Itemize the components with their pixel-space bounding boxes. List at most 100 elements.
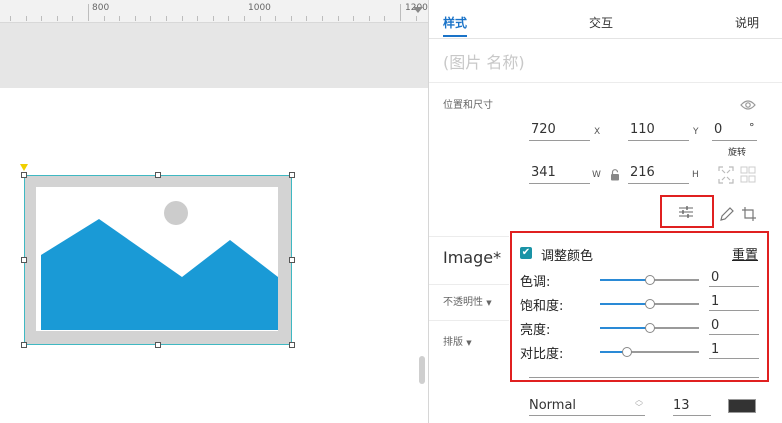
rotation-field-underline	[712, 140, 757, 141]
ruler-tick	[10, 16, 11, 21]
rotation-field[interactable]: 0	[714, 122, 722, 137]
ruler-tick	[353, 16, 354, 21]
stepper-icon[interactable]: ︿ ﹀	[635, 396, 643, 412]
ruler-tick	[213, 16, 214, 21]
canvas-scrollbar[interactable]	[419, 356, 425, 384]
resize-handle-e[interactable]	[289, 257, 295, 263]
font-size-underline	[673, 415, 711, 416]
resize-handle-nw[interactable]	[21, 172, 27, 178]
rotation-label: 旋转	[728, 148, 747, 158]
ruler-tick	[275, 16, 276, 21]
resize-handle-sw[interactable]	[21, 342, 27, 348]
x-unit: X	[594, 127, 601, 137]
fit-size-icon[interactable]	[718, 166, 758, 188]
ruler-tick	[135, 16, 136, 21]
slider-fill	[600, 303, 650, 305]
tab-notes[interactable]: 说明	[735, 14, 759, 31]
ruler-tick	[384, 16, 385, 21]
ruler-tick	[166, 16, 167, 21]
slider-label: 亮度:	[520, 323, 551, 338]
slider-knob[interactable]	[645, 275, 655, 285]
ruler-tick	[291, 16, 292, 21]
layout-label[interactable]: 排版 ▼	[443, 333, 472, 348]
resize-handle-s[interactable]	[155, 342, 161, 348]
ruler-label: 1000	[248, 3, 271, 13]
ruler-tick	[260, 16, 261, 21]
height-unit: H	[692, 170, 699, 180]
slider-label: 对比度:	[520, 347, 564, 362]
ruler-tick	[104, 16, 105, 21]
tabs-divider	[429, 38, 782, 39]
opacity-label-text: 不透明性	[443, 297, 483, 308]
lock-icon[interactable]	[610, 166, 620, 185]
popup-divider	[529, 377, 759, 378]
slider-value-underline	[709, 310, 759, 311]
ruler-tick	[182, 16, 183, 21]
ruler-tick	[228, 16, 229, 21]
slider-value-field[interactable]: 0	[711, 270, 719, 285]
slider-value-underline	[709, 286, 759, 287]
eye-icon[interactable]	[740, 96, 756, 115]
ruler-tick	[338, 16, 339, 21]
adjust-color-checkbox[interactable]: ✔	[520, 247, 532, 259]
height-field[interactable]: 216	[630, 165, 655, 180]
ruler-label: 800	[92, 3, 110, 13]
slider-value-field[interactable]: 1	[711, 342, 719, 357]
slider-knob[interactable]	[622, 347, 632, 357]
slider-fill	[600, 279, 650, 281]
pencil-icon[interactable]	[719, 206, 735, 226]
font-color-swatch[interactable]	[728, 399, 756, 413]
image-placeholder-icon	[41, 201, 278, 330]
x-field[interactable]: 720	[531, 122, 556, 137]
slider-label: 饱和度:	[520, 299, 564, 314]
tab-style[interactable]: 样式	[443, 14, 467, 31]
slider-value-field[interactable]: 1	[711, 294, 719, 309]
horizontal-ruler: 800 1000 1200	[0, 0, 430, 23]
canvas-margin	[0, 23, 430, 88]
reset-button[interactable]: 重置	[732, 244, 758, 263]
resize-handle-n[interactable]	[155, 172, 161, 178]
layout-label-text: 排版	[443, 337, 463, 348]
divider	[429, 236, 509, 237]
adjust-color-label: 调整颜色	[541, 249, 594, 264]
ruler-tick	[119, 16, 120, 21]
slider-value-underline	[709, 334, 759, 335]
width-field[interactable]: 341	[531, 165, 556, 180]
ruler-dropdown-icon[interactable]	[413, 7, 423, 13]
slider-knob[interactable]	[645, 299, 655, 309]
width-unit: W	[592, 170, 601, 180]
divider	[429, 284, 509, 285]
ruler-tick	[416, 16, 417, 21]
ruler-tick	[322, 16, 323, 21]
font-weight-select[interactable]: Normal	[529, 398, 576, 413]
divider	[429, 320, 509, 321]
resize-handle-se[interactable]	[289, 342, 295, 348]
crop-icon[interactable]	[741, 206, 757, 226]
y-field[interactable]: 110	[630, 122, 655, 137]
tab-interaction[interactable]: 交互	[589, 14, 613, 31]
slider-fill	[600, 327, 650, 329]
y-field-underline	[628, 140, 689, 141]
ruler-tick	[306, 16, 307, 21]
ruler-tick	[369, 16, 370, 21]
widget-name-field[interactable]: (图片 名称)	[443, 49, 525, 73]
ruler-tick	[41, 16, 42, 21]
slider-knob[interactable]	[645, 323, 655, 333]
width-field-underline	[529, 183, 590, 184]
adjust-sliders-icon[interactable]	[678, 204, 694, 223]
rotation-handle[interactable]	[20, 164, 28, 171]
slider-value-field[interactable]: 0	[711, 318, 719, 333]
ruler-tick	[72, 16, 73, 21]
x-field-underline	[529, 140, 590, 141]
resize-handle-w[interactable]	[21, 257, 27, 263]
opacity-label[interactable]: 不透明性 ▼	[443, 293, 492, 308]
ruler-tick	[88, 4, 89, 21]
font-size-field[interactable]: 13	[673, 398, 690, 413]
ruler-tick	[400, 4, 401, 21]
chevron-down-icon: ▼	[466, 339, 472, 347]
chevron-down-icon: ▼	[486, 299, 492, 307]
active-tab-indicator	[443, 35, 467, 37]
divider	[429, 82, 782, 83]
ruler-tick	[244, 16, 245, 21]
resize-handle-ne[interactable]	[289, 172, 295, 178]
